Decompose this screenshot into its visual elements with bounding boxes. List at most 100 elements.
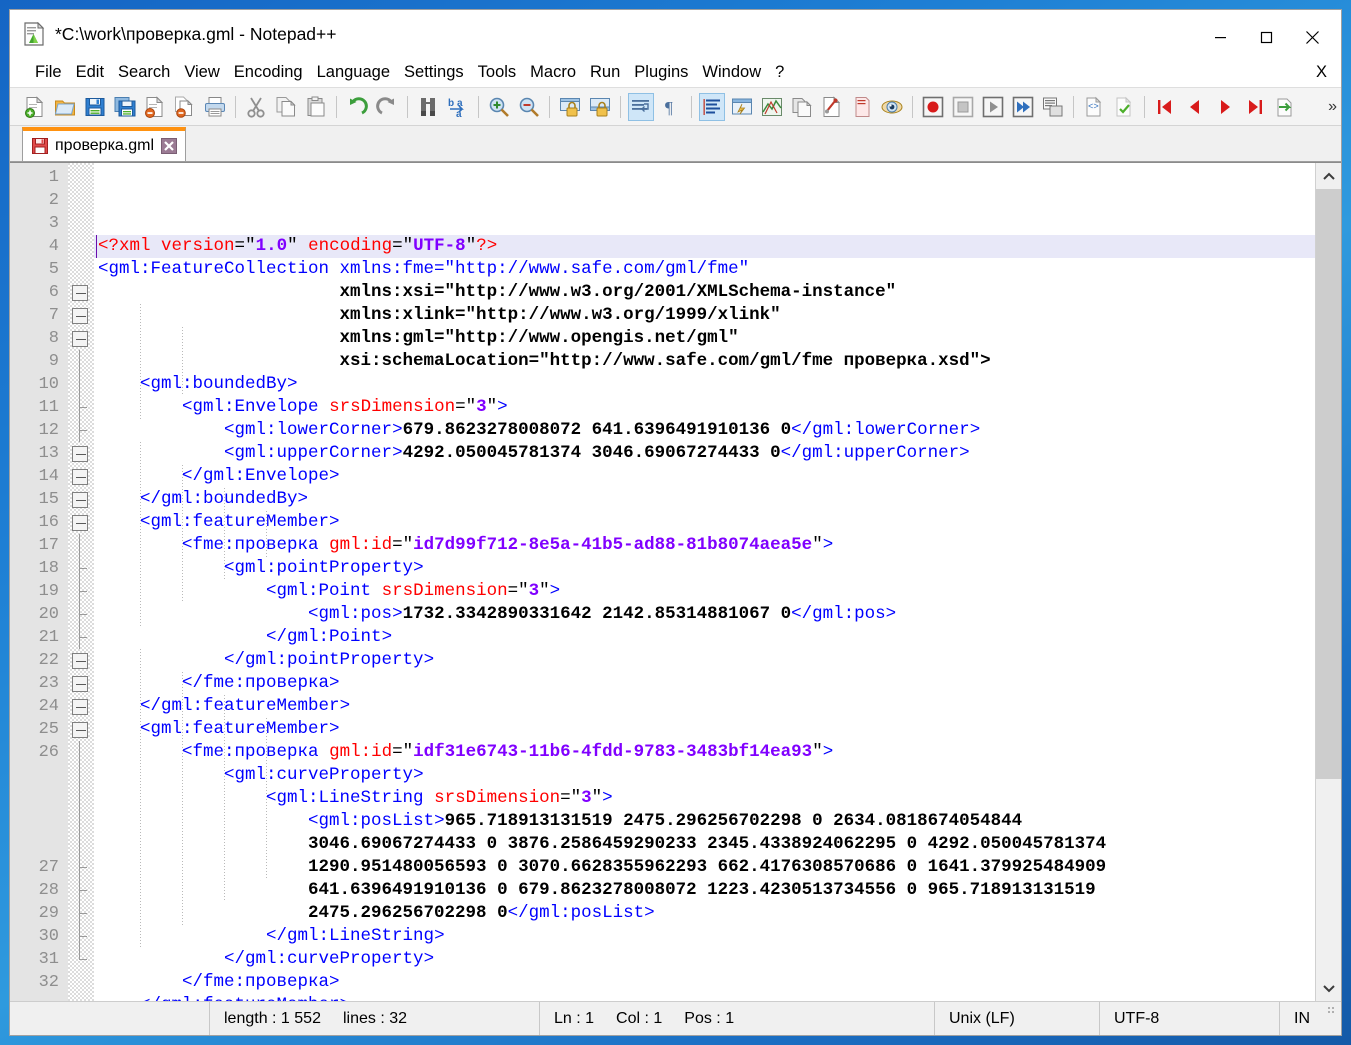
fold-collapse-box[interactable]: [72, 676, 88, 692]
sync-horizontal-scroll-icon[interactable]: [587, 93, 613, 121]
close-icon[interactable]: [1289, 22, 1335, 52]
tab-close-icon[interactable]: [161, 138, 177, 154]
close-file-icon[interactable]: [142, 93, 168, 121]
fold-collapse-box[interactable]: [72, 722, 88, 738]
zoom-out-icon[interactable]: [516, 93, 542, 121]
scrollbar-track[interactable]: [1316, 779, 1341, 975]
code-line[interactable]: </fme:проверка>: [94, 672, 1315, 695]
close-document-button[interactable]: X: [1316, 63, 1327, 82]
run-checked-icon[interactable]: [1111, 93, 1137, 121]
paste-icon[interactable]: [303, 93, 329, 121]
undo-icon[interactable]: [344, 93, 370, 121]
fold-marker-box[interactable]: [68, 304, 94, 327]
code-line[interactable]: <gml:featureMember>: [94, 511, 1315, 534]
indent-guide-icon[interactable]: [699, 93, 725, 121]
replace-icon[interactable]: b a a: [445, 93, 471, 121]
fold-collapse-box[interactable]: [72, 699, 88, 715]
code-line[interactable]: 641.6396491910136 0 679.8623278008072 12…: [94, 879, 1315, 902]
vertical-scrollbar[interactable]: [1315, 163, 1341, 1001]
macro-stop-icon[interactable]: [950, 93, 976, 121]
code-line[interactable]: <gml:Envelope srsDimension="3">: [94, 396, 1315, 419]
code-line[interactable]: <gml:curveProperty>: [94, 764, 1315, 787]
fold-collapse-box[interactable]: [72, 308, 88, 324]
code-line[interactable]: <gml:LineString srsDimension="3">: [94, 787, 1315, 810]
fold-marker-box[interactable]: [68, 327, 94, 350]
last-icon[interactable]: [1242, 93, 1268, 121]
fold-collapse-box[interactable]: [72, 331, 88, 347]
code-line[interactable]: <gml:featureMember>: [94, 718, 1315, 741]
code-line[interactable]: 3046.69067274433 0 3876.2586459290233 23…: [94, 833, 1315, 856]
code-line[interactable]: </gml:featureMember>: [94, 994, 1315, 1001]
scroll-up-arrow-icon[interactable]: [1316, 163, 1341, 189]
code-line[interactable]: </gml:Point>: [94, 626, 1315, 649]
code-editor[interactable]: 1234567891011121314151617181920212223242…: [10, 162, 1341, 1001]
code-line[interactable]: 2475.296256702298 0</gml:posList>: [94, 902, 1315, 925]
menu-window[interactable]: Window: [695, 61, 768, 84]
code-line[interactable]: <?xml version="1.0" encoding="UTF-8"?>: [94, 235, 1315, 258]
fold-marker-box[interactable]: [68, 718, 94, 741]
fold-collapse-box[interactable]: [72, 515, 88, 531]
fold-collapse-box[interactable]: [72, 653, 88, 669]
code-line[interactable]: xmlns:xlink="http://www.w3.org/1999/xlin…: [94, 304, 1315, 327]
menu-plugins[interactable]: Plugins: [627, 61, 695, 84]
sync-vertical-scroll-icon[interactable]: [557, 93, 583, 121]
new-file-icon[interactable]: [22, 93, 48, 121]
zoom-in-icon[interactable]: [486, 93, 512, 121]
next-icon[interactable]: [1212, 93, 1238, 121]
menu-edit[interactable]: Edit: [69, 61, 111, 84]
first-icon[interactable]: [1152, 93, 1178, 121]
code-line[interactable]: xsi:schemaLocation="http://www.safe.com/…: [94, 350, 1315, 373]
macro-record-icon[interactable]: [920, 93, 946, 121]
code-line[interactable]: 1290.951480056593 0 3070.6628355962293 6…: [94, 856, 1315, 879]
open-file-icon[interactable]: [52, 93, 78, 121]
save-icon[interactable]: [82, 93, 108, 121]
user-defined-language-icon[interactable]: [729, 93, 755, 121]
macro-play-icon[interactable]: [980, 93, 1006, 121]
code-line[interactable]: </gml:LineString>: [94, 925, 1315, 948]
goto-icon[interactable]: [1272, 93, 1298, 121]
monitoring-icon[interactable]: [849, 93, 875, 121]
macro-save-icon[interactable]: [1040, 93, 1066, 121]
menu-encoding[interactable]: Encoding: [227, 61, 310, 84]
fold-collapse-box[interactable]: [72, 285, 88, 301]
show-all-characters-icon[interactable]: ¶: [658, 93, 684, 121]
code-line[interactable]: <gml:posList>965.718913131519 2475.29625…: [94, 810, 1315, 833]
fold-marker-box[interactable]: [68, 442, 94, 465]
word-wrap-icon[interactable]: [628, 93, 654, 121]
minimize-icon[interactable]: [1197, 22, 1243, 52]
code-line[interactable]: <gml:pos>1732.3342890331642 2142.8531488…: [94, 603, 1315, 626]
code-line[interactable]: <gml:Point srsDimension="3">: [94, 580, 1315, 603]
code-line[interactable]: </gml:pointProperty>: [94, 649, 1315, 672]
menu-search[interactable]: Search: [111, 61, 177, 84]
fold-collapse-box[interactable]: [72, 469, 88, 485]
code-line[interactable]: </fme:проверка>: [94, 971, 1315, 994]
menu-tools[interactable]: Tools: [471, 61, 524, 84]
fold-marker-box[interactable]: [68, 695, 94, 718]
save-all-icon[interactable]: [112, 93, 138, 121]
close-all-icon[interactable]: [172, 93, 198, 121]
code-line[interactable]: <gml:upperCorner>4292.050045781374 3046.…: [94, 442, 1315, 465]
code-line[interactable]: xmlns:xsi="http://www.w3.org/2001/XMLSch…: [94, 281, 1315, 304]
code-line[interactable]: <gml:lowerCorner>679.8623278008072 641.6…: [94, 419, 1315, 442]
code-line[interactable]: </gml:featureMember>: [94, 695, 1315, 718]
menu-macro[interactable]: Macro: [523, 61, 583, 84]
code-line[interactable]: <gml:pointProperty>: [94, 557, 1315, 580]
fold-collapse-box[interactable]: [72, 492, 88, 508]
menu-run[interactable]: Run: [583, 61, 627, 84]
fold-marker-box[interactable]: [68, 488, 94, 511]
previous-icon[interactable]: [1182, 93, 1208, 121]
print-icon[interactable]: [202, 93, 228, 121]
status-eol[interactable]: Unix (LF): [935, 1002, 1100, 1035]
folder-as-workspace-icon[interactable]: [819, 93, 845, 121]
macro-playback-multiple-icon[interactable]: [1010, 93, 1036, 121]
document-map-icon[interactable]: [759, 93, 785, 121]
menu-settings[interactable]: Settings: [397, 61, 471, 84]
function-list-icon[interactable]: [789, 93, 815, 121]
menu-view[interactable]: View: [177, 61, 226, 84]
copy-icon[interactable]: [273, 93, 299, 121]
fold-marker-box[interactable]: [68, 672, 94, 695]
fold-marker-box[interactable]: [68, 649, 94, 672]
code-line[interactable]: xmlns:gml="http://www.opengis.net/gml": [94, 327, 1315, 350]
code-line[interactable]: </gml:curveProperty>: [94, 948, 1315, 971]
scrollbar-thumb[interactable]: [1316, 189, 1341, 779]
